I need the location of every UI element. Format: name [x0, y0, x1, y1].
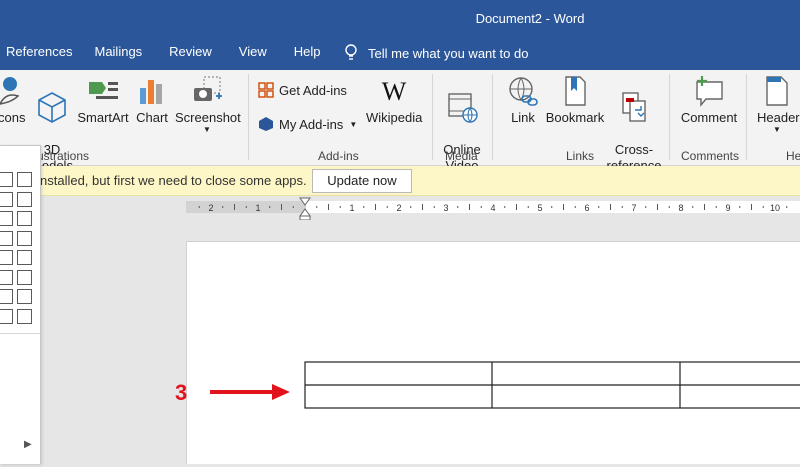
table-grid-cell[interactable] [17, 289, 32, 304]
divider [432, 74, 433, 160]
chart-icon [140, 80, 162, 104]
table-grid-cell[interactable] [17, 191, 32, 207]
table-grid-cell[interactable] [0, 269, 13, 285]
table-grid-cell[interactable] [0, 308, 13, 324]
link-button[interactable]: Link [505, 74, 541, 126]
screenshot-icon [194, 76, 222, 101]
smartart-button[interactable]: SmartArt [77, 74, 129, 126]
table-grid-cell[interactable] [17, 250, 32, 265]
divider [0, 333, 40, 334]
document-table[interactable] [187, 242, 800, 464]
ruler-label: 6 [584, 203, 589, 213]
table-grid-cell[interactable] [0, 289, 13, 304]
store-icon [258, 82, 274, 98]
svg-text:W: W [382, 77, 407, 106]
ruler-label: 1 [349, 203, 354, 213]
insert-table-grid-panel: ▶ [0, 145, 41, 464]
tab-view[interactable]: View [239, 44, 267, 64]
comment-button[interactable]: Comment [680, 74, 738, 126]
smartart-icon [89, 82, 118, 99]
horizontal-ruler[interactable]: 2 1 1 2 3 4 5 6 7 8 9 10 [0, 196, 800, 221]
icons-button[interactable]: cons [0, 74, 25, 126]
table-grid-cell[interactable] [17, 172, 32, 187]
cross-reference-icon [622, 92, 646, 122]
ruler-label: 5 [537, 203, 542, 213]
ruler-label: 10 [770, 203, 780, 213]
comment-icon [696, 76, 723, 107]
cross-reference-button[interactable]: Cross- reference [606, 74, 662, 174]
window-title: Document2 - Word [475, 11, 585, 26]
addin-cube-icon [259, 117, 273, 131]
chevron-down-icon: ▼ [349, 119, 358, 129]
step-number-annotation: 3 [175, 380, 188, 405]
tab-help[interactable]: Help [294, 44, 321, 64]
ruler-label: 3 [443, 203, 448, 213]
bookmark-button[interactable]: Bookmark [545, 74, 605, 126]
online-video-icon [448, 93, 478, 123]
ribbon: cons 3D Models SmartArt Chart [0, 70, 800, 173]
divider [492, 74, 493, 160]
wikipedia-button[interactable]: W Wikipedia [366, 74, 422, 126]
bookmark-icon [565, 76, 586, 106]
left-indent-marker[interactable] [299, 215, 311, 221]
table-grid-cell[interactable] [0, 230, 13, 246]
media-group-label: Media [445, 149, 478, 163]
header-footer-group-label: He [786, 149, 800, 163]
divider [248, 74, 249, 160]
header-icon [766, 76, 788, 106]
chevron-right-icon[interactable]: ▶ [24, 439, 32, 450]
table-grid-cell[interactable] [17, 308, 32, 324]
table-grid-cell[interactable] [0, 191, 13, 207]
table-grid-cell[interactable] [17, 211, 32, 226]
ruler-label: 1 [255, 203, 260, 213]
tab-mailings[interactable]: Mailings [94, 44, 142, 64]
my-addins-button[interactable]: My Add-ins ▼ [258, 116, 357, 132]
icons-icon [0, 77, 20, 105]
title-bar: Document2 - Word References Mailings Rev… [0, 0, 800, 70]
table-grid-cell[interactable] [17, 230, 32, 246]
notification-message: nstalled, but first we need to close som… [40, 173, 307, 188]
screenshot-button[interactable]: Screenshot ▼ [175, 74, 241, 134]
wikipedia-icon: W [382, 77, 407, 106]
lightbulb-icon [345, 44, 357, 60]
ruler-scale: 2 1 1 2 3 4 5 6 7 8 9 10 [186, 197, 800, 221]
get-addins-button[interactable]: Get Add-ins [258, 82, 347, 98]
ribbon-tabs: References Mailings Review View Help [0, 44, 321, 64]
cube-icon [38, 92, 66, 123]
annotation-arrow-icon [210, 384, 290, 400]
divider [746, 74, 747, 160]
tab-review[interactable]: Review [169, 44, 212, 64]
illustrations-group-label: ustrations [37, 149, 90, 163]
table-grid-cell[interactable] [0, 250, 13, 265]
table-grid-cell[interactable] [0, 172, 13, 187]
chevron-down-icon: ▼ [203, 125, 211, 134]
ruler-label: 9 [725, 203, 730, 213]
divider [669, 74, 670, 160]
table-grid-cell[interactable] [17, 269, 32, 285]
table-grid-cell[interactable] [0, 211, 13, 226]
comments-group-label: Comments [681, 149, 740, 163]
tell-me-search[interactable]: Tell me what you want to do [344, 44, 528, 62]
addins-group-label: Add-ins [318, 149, 359, 163]
chevron-down-icon: ▼ [773, 125, 781, 134]
header-button[interactable]: Header ▼ [757, 74, 800, 134]
chart-button[interactable]: Chart [134, 74, 170, 126]
update-now-button[interactable]: Update now [312, 169, 412, 193]
update-notification-bar: nstalled, but first we need to close som… [0, 166, 800, 196]
links-group-label: Links [566, 149, 595, 163]
tell-me-label: Tell me what you want to do [368, 45, 529, 61]
ruler-label: 7 [631, 203, 636, 213]
document-page[interactable] [186, 241, 800, 464]
tab-references[interactable]: References [6, 44, 72, 64]
ruler-label: 2 [396, 203, 401, 213]
ruler-label: 8 [678, 203, 683, 213]
ruler-label: 4 [490, 203, 495, 213]
link-icon [509, 77, 538, 106]
ruler-label: 2 [208, 203, 213, 213]
